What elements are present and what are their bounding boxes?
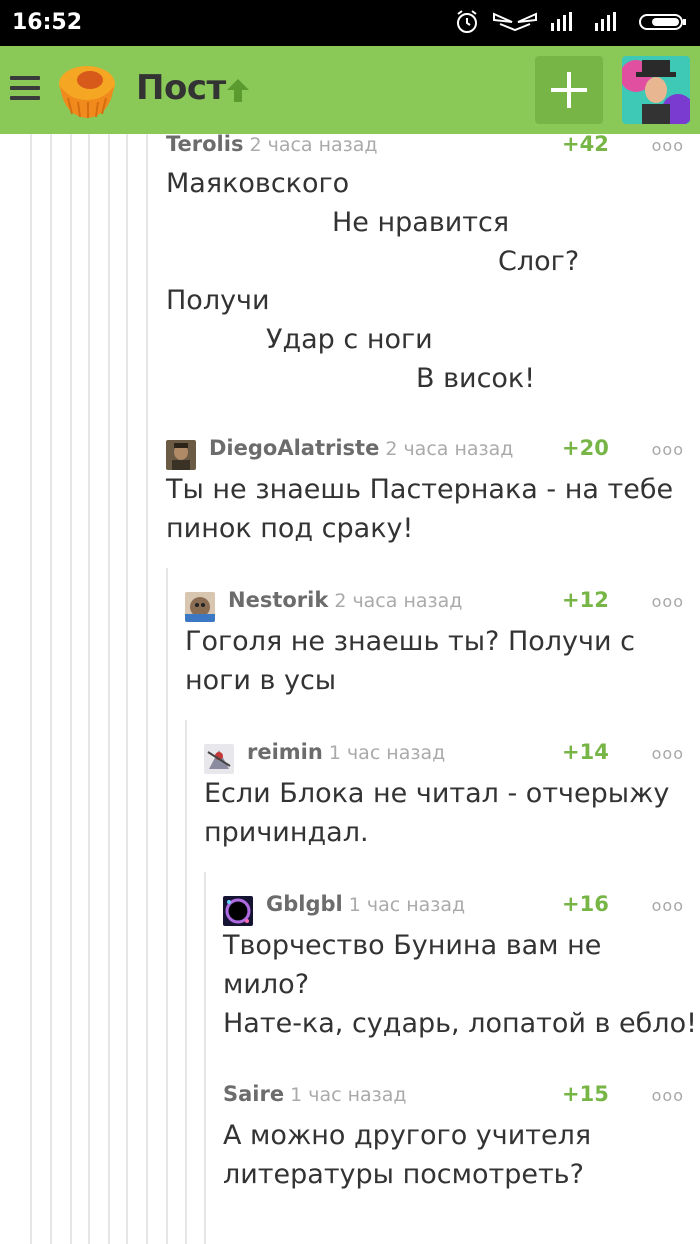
comment-author[interactable]: Saire 1 час назад	[223, 1082, 407, 1106]
comment-author[interactable]: Terolis 2 часа назад	[166, 134, 378, 156]
signal-icon	[551, 12, 572, 31]
comment-time: 2 часа назад	[385, 438, 514, 460]
thread-line	[185, 720, 187, 1244]
comment-text: Маяковского Не нравится Слог? Получи Уда…	[166, 168, 580, 394]
thread-line	[88, 134, 90, 1244]
comment-score: +20	[562, 436, 609, 460]
comment-more-icon[interactable]: ooo	[652, 592, 684, 611]
status-icons	[454, 9, 688, 35]
comment-time: 1 час назад	[290, 1084, 407, 1106]
comment-header: reimin 1 час назад +14 ooo	[204, 738, 700, 774]
comment-score: +15	[562, 1082, 609, 1106]
thread-line	[70, 134, 72, 1244]
comment-score: +12	[562, 588, 609, 612]
comment: Terolis 2 часа назад +42 ooo Маяковского …	[166, 134, 700, 398]
comment-avatar[interactable]	[223, 896, 253, 926]
comment-header: DiegoAlatriste 2 часа назад +20 ooo	[166, 434, 700, 470]
app-bar: Пост	[0, 46, 700, 134]
comment-time: 1 час назад	[348, 894, 466, 916]
comment-author[interactable]: DiegoAlatriste 2 часа назад	[209, 436, 513, 460]
comment-header: Nestorik 2 часа назад +12 ooo	[185, 586, 700, 622]
comment-header: Gblgbl 1 час назад +16 ooo	[223, 890, 700, 926]
comment-time: 2 часа назад	[334, 590, 463, 612]
comment-avatar[interactable]	[204, 744, 234, 774]
comment-author[interactable]: Nestorik 2 часа назад	[228, 588, 462, 612]
status-time: 16:52	[12, 10, 83, 35]
plus-icon	[551, 72, 587, 108]
comment-text: Ты не знаешь Пастернака - на тебе пинок …	[166, 474, 674, 544]
comment: Gblgbl 1 час назад +16 ooo Творчество Бун…	[223, 890, 700, 1043]
comment-time: 2 часа назад	[249, 134, 378, 156]
comment: DiegoAlatriste 2 часа назад +20 ooo Ты не…	[166, 434, 700, 548]
comment-avatar[interactable]	[166, 440, 196, 470]
signal-icon-2	[595, 12, 616, 31]
comment-avatar[interactable]	[185, 592, 215, 622]
thread-line	[50, 134, 52, 1244]
thread-line	[204, 872, 206, 1244]
comment: Saire 1 час назад +15 ooo А можно другого…	[223, 1080, 700, 1194]
comment-author[interactable]: Gblgbl 1 час назад	[266, 892, 465, 916]
menu-icon[interactable]	[10, 76, 40, 100]
app-notification-icon	[493, 12, 537, 32]
thread-line	[126, 134, 128, 1244]
comment-header: Saire 1 час назад +15 ooo	[223, 1080, 700, 1112]
comment: Nestorik 2 часа назад +12 ooo Гоголя не з…	[185, 586, 700, 700]
thread-line	[166, 568, 168, 1244]
battery-icon	[639, 14, 686, 30]
comment-more-icon[interactable]: ooo	[652, 1086, 684, 1105]
comment-text: Творчество Бунина вам не мило? Нате-ка, …	[223, 930, 697, 1039]
comment-author[interactable]: reimin 1 час назад	[247, 740, 445, 764]
comment-header: Terolis 2 часа назад +42 ooo	[166, 134, 700, 162]
alarm-icon	[457, 10, 477, 33]
comment: reimin 1 час назад +14 ooo Если Блока не …	[204, 738, 700, 852]
user-avatar[interactable]	[622, 56, 690, 124]
comment-time: 1 час назад	[328, 742, 446, 764]
pikabu-logo[interactable]	[54, 60, 120, 122]
thread-line	[146, 134, 148, 1244]
comment-more-icon[interactable]: ooo	[652, 136, 684, 155]
comment-score: +42	[562, 134, 609, 156]
thread-line	[108, 134, 110, 1244]
scroll-up-arrow-icon[interactable]	[224, 76, 252, 104]
comment-text: А можно другого учителя литературы посмо…	[223, 1120, 592, 1190]
comment-score: +16	[562, 892, 609, 916]
page-title: Пост	[136, 68, 226, 108]
comment-more-icon[interactable]: ooo	[652, 896, 684, 915]
comment-score: +14	[562, 740, 609, 764]
comment-more-icon[interactable]: ooo	[652, 744, 684, 763]
thread-line	[30, 134, 32, 1244]
comment-text: Гоголя не знаешь ты? Получи с ноги в усы	[185, 626, 635, 696]
comment-text: Если Блока не читал - отчерыжу причиндал…	[204, 778, 670, 848]
status-bar: 16:52	[0, 0, 700, 46]
comments-thread[interactable]: Terolis 2 часа назад +42 ooo Маяковского …	[0, 134, 700, 1244]
comment-more-icon[interactable]: ooo	[652, 440, 684, 459]
add-post-button[interactable]	[535, 56, 603, 124]
